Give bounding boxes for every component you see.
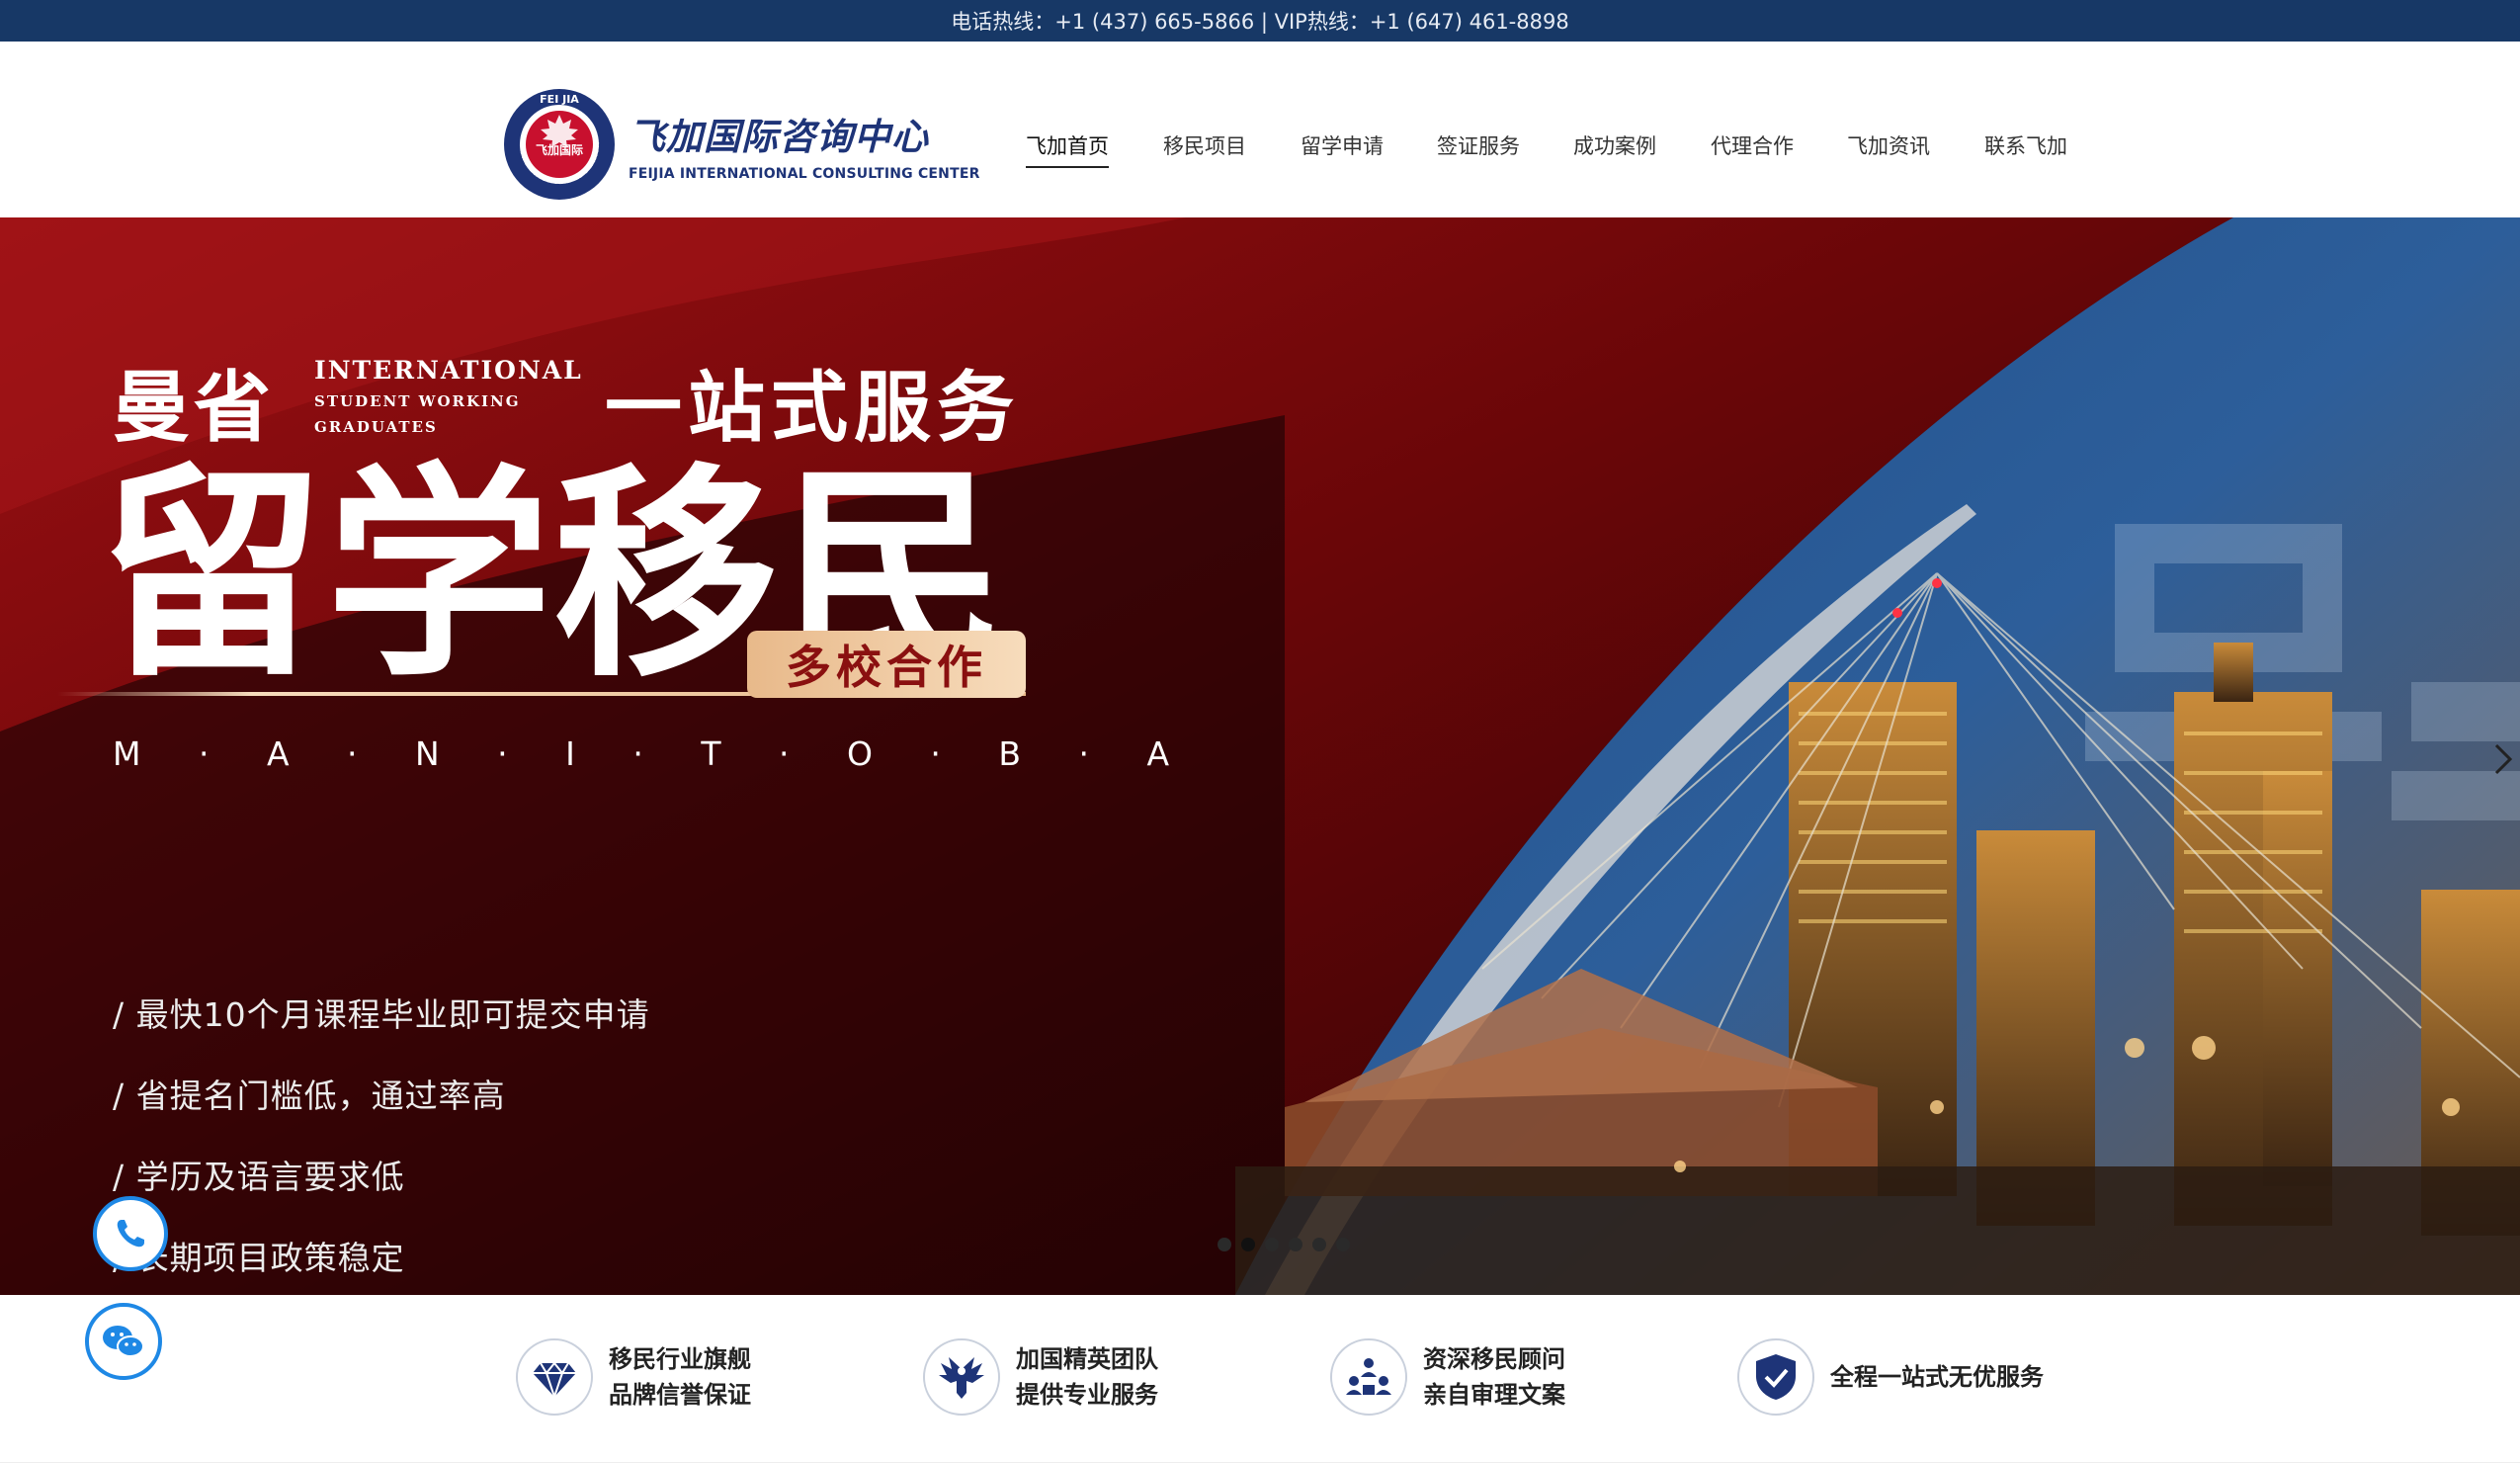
carousel-dot-active[interactable] [1241,1238,1255,1251]
logo-cn-name: 飞加国际咨询中心 [629,116,929,158]
feature-item: 资深移民顾问 亲自审理文案 [1330,1338,1565,1416]
carousel-dot[interactable] [1336,1238,1350,1251]
phone-icon [117,1220,144,1248]
site-header: 飞加国际 FEI JIA IMMIGRATION AND EDUCATION 飞… [0,42,2520,217]
nav-item-news[interactable]: 飞加资讯 [1847,130,1930,166]
feature-line1: 资深移民顾问 [1423,1345,1565,1373]
carousel-dot[interactable] [1265,1238,1279,1251]
logo-badge-icon: 飞加国际 FEI JIA IMMIGRATION AND EDUCATION [502,87,615,200]
banner-province: 曼省 [113,364,276,453]
carousel-dots [1218,1238,1350,1251]
hotline-text: 电话热线：+1 (437) 665-5866 | VIP热线：+1 (647) … [951,10,1569,34]
feature-strip: 移民行业旗舰 品牌信誉保证 加国精英团队 提供专业服务 资深移民顾问 亲自审理文… [0,1295,2520,1463]
nav-item-home[interactable]: 飞加首页 [1026,130,1109,168]
feature-line1: 加国精英团队 [1016,1345,1158,1373]
nav-item-study[interactable]: 留学申请 [1301,130,1384,166]
nav-item-contact[interactable]: 联系飞加 [1984,130,2067,166]
feature-line1: 移民行业旗舰 [609,1345,751,1373]
banner-badge: 多校合作 [747,631,1026,698]
main-nav: 飞加首页 移民项目 留学申请 签证服务 成功案例 代理合作 飞加资讯 联系飞加 [988,130,2125,170]
logo-en-name: FEIJIA INTERNATIONAL CONSULTING CENTER [629,166,980,182]
floating-phone-button[interactable] [93,1196,168,1271]
feature-line1: 全程一站式无优服务 [1830,1363,2044,1391]
carousel-dot[interactable] [1218,1238,1231,1251]
feature-item: 全程一站式无优服务 [1737,1338,2044,1416]
carousel-dot[interactable] [1312,1238,1326,1251]
banner-manitoba: M · A · N · I · T · O · B · A [113,734,1194,773]
hero-banner[interactable]: 曼省 INTERNATIONAL STUDENT WORKING GRADUAT… [0,217,2520,1295]
team-icon [1330,1338,1407,1416]
banner-bullet: / 学历及语言要求低 [113,1158,405,1196]
nav-item-visa[interactable]: 签证服务 [1437,130,1520,166]
banner-service-title: 一站式服务 [605,364,1021,453]
carousel-next-icon[interactable] [2492,739,2514,779]
feature-line2: 品牌信誉保证 [609,1381,751,1409]
shield-check-icon [1737,1338,1814,1416]
nav-item-immigration[interactable]: 移民项目 [1163,130,1246,166]
top-contact-bar: 电话热线：+1 (437) 665-5866 | VIP热线：+1 (647) … [0,0,2520,42]
banner-eng-line1: INTERNATIONAL [314,356,583,385]
carousel-dot[interactable] [1289,1238,1302,1251]
feature-item: 加国精英团队 提供专业服务 [923,1338,1158,1416]
banner-bullet: / 最快10个月课程毕业即可提交申请 [113,995,650,1034]
svg-text:飞加国际: 飞加国际 [536,142,583,157]
wechat-icon [103,1326,144,1357]
svg-text:FEI JIA: FEI JIA [540,93,579,106]
banner-bullet: / 省提名门槛低，通过率高 [113,1076,506,1115]
site-logo[interactable]: 飞加国际 FEI JIA IMMIGRATION AND EDUCATION 飞… [502,87,980,202]
nav-item-agency[interactable]: 代理合作 [1711,130,1794,166]
banner-eng-line2: STUDENT WORKING [314,392,521,410]
floating-wechat-button[interactable] [85,1303,162,1380]
feature-line2: 亲自审理文案 [1423,1381,1565,1409]
banner-eng-tagline: INTERNATIONAL STUDENT WORKING GRADUATES [314,356,583,436]
feature-line2: 提供专业服务 [1016,1381,1158,1409]
diamond-icon [516,1338,593,1416]
banner-eng-line3: GRADUATES [314,418,438,436]
feature-item: 移民行业旗舰 品牌信誉保证 [516,1338,751,1416]
eagle-icon [923,1338,1000,1416]
nav-item-cases[interactable]: 成功案例 [1573,130,1656,166]
